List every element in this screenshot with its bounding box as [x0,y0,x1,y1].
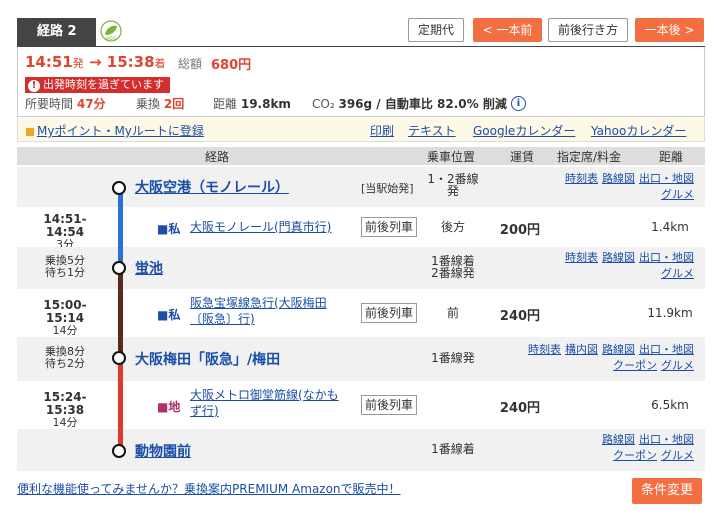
line-segment-hankyu [118,267,123,357]
around-route-button[interactable]: 前後行き方 [548,18,628,42]
info-icon[interactable]: i [511,96,526,111]
transfer-wait: 乗換5分 待ち1分 [45,254,85,279]
platform: 1番線着 [431,442,475,456]
station-node [112,351,126,365]
fare: 200円 [499,223,541,238]
eco-label: eco [106,36,116,42]
route-map-link[interactable]: 路線図 [602,343,635,356]
coupon-link[interactable]: クーポン [613,449,657,462]
origin-note: [当駅始発] [361,182,414,195]
timetable-link[interactable]: 時刻表 [565,172,598,185]
lock-icon [26,127,34,136]
route-time: 14:51発 → 15:38着 [25,53,166,71]
line-name[interactable]: 阪急宝塚線急行(大阪梅田〔阪急〕行) [190,295,350,327]
platform: 1番線着 2番線発 [431,254,475,280]
station-links: 時刻表 路線図 出口・地図グルメ [561,250,694,282]
arrow: → [88,53,102,71]
gourmet-link[interactable]: グルメ [661,359,694,372]
duration: 所要時間 47分 [25,97,106,111]
warning-text: 出発時刻を過ぎています [43,78,164,91]
mypoint-link[interactable]: Myポイント・Myルートに登録 [26,122,204,139]
around-trains-button[interactable]: 前後列車 [361,217,417,237]
premium-promo-link[interactable]: 便利な機能使ってみませんか？乗換案内PREMIUM Amazonで販売中！ [17,480,401,497]
exit-map-link[interactable]: 出口・地図 [639,172,694,185]
eco-leaf-icon: eco [100,20,122,42]
timetable-link[interactable]: 時刻表 [528,343,561,356]
line-name[interactable]: 大阪モノレール(門真市行) [190,219,331,235]
segment-distance: 6.5km [651,398,689,412]
alert-icon: ! [28,80,40,92]
gourmet-link[interactable]: グルメ [661,267,694,280]
exit-map-link[interactable]: 出口・地図 [639,343,694,356]
station-node [112,444,126,458]
segment-time: 14:51-14:54 3分 [43,212,87,251]
station-layout-link[interactable]: 構内図 [565,343,598,356]
station-links: 時刻表 路線図 出口・地図グルメ [561,171,694,203]
line-segment-monorail [118,187,123,267]
segment-distance: 11.9km [647,306,693,320]
around-trains-button[interactable]: 前後列車 [361,395,417,415]
depart-time: 14:51 [25,53,73,71]
total-label: 総額 [178,57,203,71]
station-node [112,261,126,275]
station-links: 時刻表 構内図 路線図 出口・地図クーポン グルメ [524,342,694,374]
private-line-icon: ■私 [157,222,181,236]
route-map-link[interactable]: 路線図 [602,251,635,264]
th-position: 乗車位置 [427,150,476,164]
station-name[interactable]: 動物園前 [135,441,191,461]
total-value: 680円 [211,58,252,73]
station-node [112,181,126,195]
coupon-link[interactable]: クーポン [613,359,657,372]
fare: 240円 [499,309,541,324]
prev-train-button[interactable]: < 一本前 [473,18,542,42]
platform: 1番線発 [431,351,475,365]
platform: 1・2番線 発 [427,172,479,198]
text-link[interactable]: テキスト [408,122,456,139]
transfers: 乗換 2回 [136,97,185,111]
arrive-suffix: 着 [154,57,166,70]
transfer-wait: 乗換8分 待ち2分 [45,345,85,370]
exit-map-link[interactable]: 出口・地図 [639,433,694,446]
station-name[interactable]: 蛍池 [135,258,163,278]
station-name[interactable]: 大阪空港（モノレール） [135,177,289,197]
google-calendar-link[interactable]: Googleカレンダー [473,122,575,139]
distance: 距離 19.8km [213,97,291,111]
th-route: 経路 [205,150,230,164]
gourmet-link[interactable]: グルメ [661,449,694,462]
route-map-link[interactable]: 路線図 [602,433,635,446]
depart-suffix: 発 [72,57,84,70]
th-reserved: 指定席/料金 [557,150,622,164]
th-distance: 距離 [659,150,684,164]
change-conditions-button[interactable]: 条件変更 [632,478,702,504]
gourmet-link[interactable]: グルメ [661,188,694,201]
next-train-button[interactable]: 一本後 > [635,18,704,42]
station-name[interactable]: 大阪梅田「阪急」/梅田 [135,349,280,369]
line-segment-metro [118,357,123,450]
yahoo-calendar-link[interactable]: Yahooカレンダー [591,122,686,139]
around-trains-button[interactable]: 前後列車 [361,303,417,323]
teiki-button[interactable]: 定期代 [408,18,464,42]
arrive-time: 15:38 [106,53,155,71]
route-line-layer [17,0,126,458]
boarding-position: 前 [446,306,459,320]
segment-distance: 1.4km [651,220,689,234]
print-link[interactable]: 印刷 [370,122,394,139]
segment-time: 15:00-15:14 14分 [43,298,87,337]
exit-map-link[interactable]: 出口・地図 [639,251,694,264]
route-map-link[interactable]: 路線図 [602,172,635,185]
subway-line-icon: ■地 [157,400,181,414]
timetable-link[interactable]: 時刻表 [565,251,598,264]
co2: CO₂ 396g / 自動車比 82.0% 削減 [312,97,507,111]
departed-warning: ! 出発時刻を過ぎています [25,77,170,93]
fare: 240円 [499,401,541,416]
th-fare: 運賃 [510,150,535,164]
private-line-icon: ■私 [157,308,181,322]
boarding-position: 後方 [440,220,465,234]
station-links: 路線図 出口・地図クーポン グルメ [598,432,694,464]
line-name[interactable]: 大阪メトロ御堂筋線(なかもず行) [190,387,350,419]
route-tab: 経路 2 [17,18,96,46]
segment-time: 15:24-15:38 14分 [43,390,87,429]
table-header: 経路 乗車位置 運賃 指定席/料金 距離 [17,147,705,165]
